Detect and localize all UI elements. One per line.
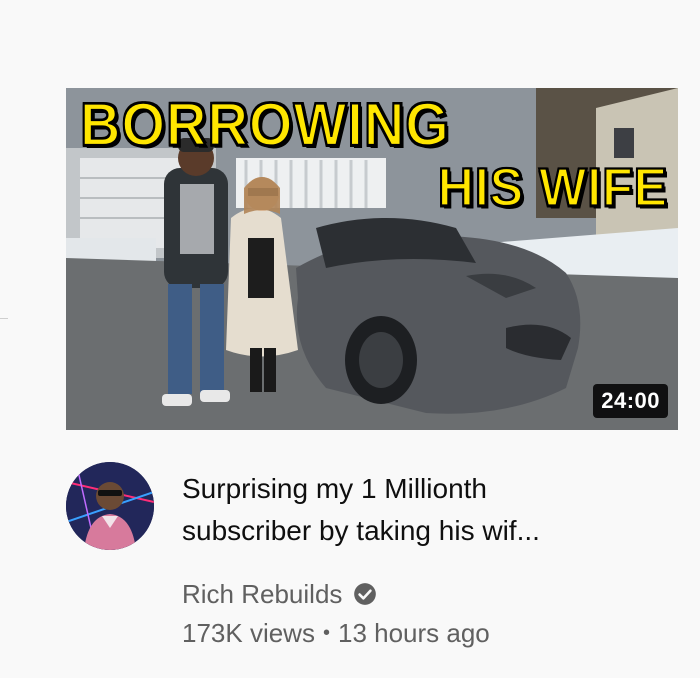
verified-check-icon [352,581,378,607]
channel-row[interactable]: Rich Rebuilds [182,576,378,612]
video-title-line1: Surprising my 1 Millionth [182,473,487,504]
view-count: 173K views [182,618,315,648]
thumbnail-headline-line1: BORROWING [79,89,450,158]
meta-separator: • [322,622,330,644]
video-thumbnail[interactable]: BORROWING HIS WIFE 24:00 [66,88,678,430]
video-title[interactable]: Surprising my 1 Millionth subscriber by … [182,468,652,552]
channel-name[interactable]: Rich Rebuilds [182,579,342,610]
upload-age: 13 hours ago [337,618,490,648]
video-title-line2: subscriber by taking his wif... [182,515,540,546]
video-metadata: 173K views • 13 hours ago [182,618,490,649]
channel-avatar[interactable] [66,462,154,550]
thumbnail-headline-line2: HIS WIFE [437,156,668,218]
video-card[interactable]: BORROWING HIS WIFE 24:00 Surprising my 1… [0,0,700,678]
divider [0,318,8,319]
duration-badge: 24:00 [593,384,668,418]
